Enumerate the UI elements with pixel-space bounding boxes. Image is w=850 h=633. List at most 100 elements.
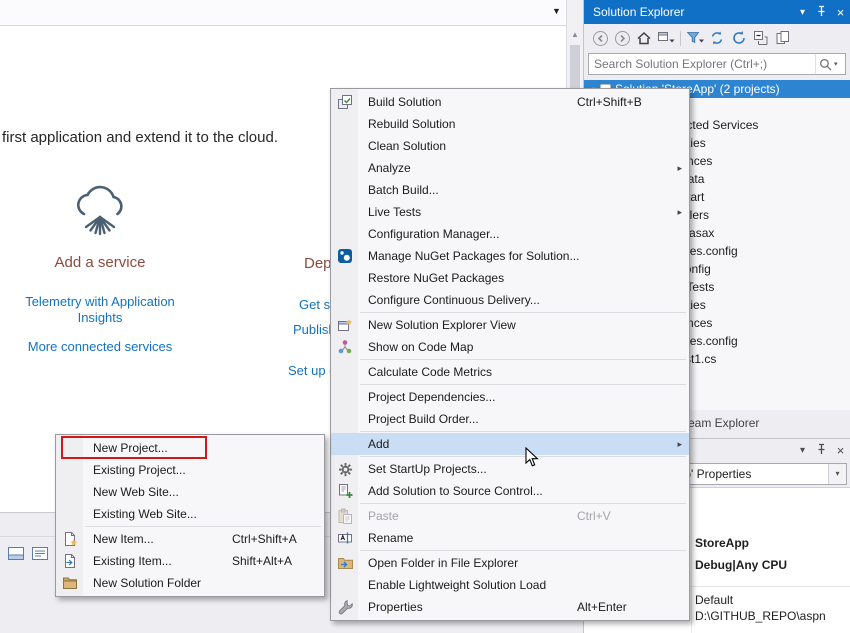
rename-icon [331, 530, 359, 546]
menu-item-shortcut: Shift+Alt+A [232, 554, 324, 568]
forward-icon[interactable] [611, 27, 633, 49]
home-icon[interactable] [633, 27, 655, 49]
solution-context-menu: Build SolutionCtrl+Shift+BRebuild Soluti… [330, 88, 690, 621]
menu-item-manage-nuget-packages-for-solution[interactable]: Manage NuGet Packages for Solution... [331, 245, 689, 267]
menu-item-new-solution-explorer-view[interactable]: New Solution Explorer View [331, 314, 689, 336]
menu-item-paste[interactable]: Paste Ctrl+V [331, 505, 689, 527]
submenu-arrow-icon: ▸ [677, 207, 682, 218]
back-icon[interactable] [589, 27, 611, 49]
start-page-intro: first application and extend it to the c… [2, 129, 278, 146]
menu-item-existing-web-site[interactable]: Existing Web Site... [56, 503, 324, 525]
sync-with-active-document-icon[interactable] [706, 27, 728, 49]
new-view-icon [331, 317, 359, 333]
preview-selected-items-icon[interactable] [772, 27, 794, 49]
menu-item-project-build-order[interactable]: Project Build Order... [331, 408, 689, 430]
menu-item-set-startup-projects[interactable]: Set StartUp Projects... [331, 458, 689, 480]
menu-item-properties[interactable]: Properties Alt+Enter [331, 596, 689, 618]
window-position-icon[interactable]: ▾ [793, 7, 812, 18]
panel-list-icon[interactable] [31, 545, 49, 563]
menu-item-shortcut: Alt+Enter [577, 600, 689, 614]
open-folder-icon [331, 555, 359, 571]
menu-item-shortcut: Ctrl+V [577, 509, 689, 523]
pin-icon[interactable] [812, 443, 831, 458]
menu-item-shortcut: Ctrl+Shift+A [232, 532, 324, 546]
search-options-icon[interactable]: ▾ [834, 60, 845, 68]
menu-item-label: Manage NuGet Packages for Solution... [359, 249, 579, 263]
menu-item-restore-nuget-packages[interactable]: Restore NuGet Packages [331, 267, 689, 289]
code-map-icon [331, 339, 359, 355]
collapse-all-icon[interactable] [750, 27, 772, 49]
menu-item-clean-solution[interactable]: Clean Solution [331, 135, 689, 157]
menu-item-live-tests[interactable]: Live Tests ▸ [331, 201, 689, 223]
pin-icon[interactable] [812, 5, 831, 20]
menu-item-existing-item[interactable]: Existing Item...Shift+Alt+A [56, 550, 324, 572]
menu-item-label: Existing Project... [84, 463, 186, 477]
menu-item-label: Paste [359, 509, 399, 523]
menu-item-rename[interactable]: Rename [331, 527, 689, 549]
menu-item-label: Analyze [359, 161, 411, 175]
menu-item-project-dependencies[interactable]: Project Dependencies... [331, 386, 689, 408]
menu-item-calculate-code-metrics[interactable]: Calculate Code Metrics [331, 361, 689, 383]
cloud-service-icon [64, 178, 136, 240]
menu-item-label: Clean Solution [359, 139, 446, 153]
menu-item-label: Enable Lightweight Solution Load [359, 578, 546, 592]
menu-item-label: Set StartUp Projects... [359, 462, 487, 476]
window-position-icon[interactable]: ▾ [793, 445, 812, 456]
menu-item-label: Build Solution [359, 95, 441, 109]
menu-item-rebuild-solution[interactable]: Rebuild Solution [331, 113, 689, 135]
gear-icon [331, 462, 359, 477]
menu-item-build-solution[interactable]: Build SolutionCtrl+Shift+B [331, 91, 689, 113]
menu-item-add[interactable]: Add▸ [331, 433, 689, 455]
chevron-down-icon[interactable]: ▾ [828, 464, 846, 484]
menu-item-label: Configuration Manager... [359, 227, 499, 241]
close-icon[interactable]: × [831, 443, 850, 458]
menu-item-label: Calculate Code Metrics [359, 365, 492, 379]
menu-item-existing-project[interactable]: Existing Project... [56, 459, 324, 481]
menu-item-new-web-site[interactable]: New Web Site... [56, 481, 324, 503]
menu-item-open-folder-in-file-explorer[interactable]: Open Folder in File Explorer [331, 552, 689, 574]
menu-item-label: Properties [359, 600, 423, 614]
menu-item-label: New Item... [84, 532, 154, 546]
menu-item-label: Restore NuGet Packages [359, 271, 504, 285]
menu-item-configure-continuous-delivery[interactable]: Configure Continuous Delivery... [331, 289, 689, 311]
refresh-icon[interactable] [728, 27, 750, 49]
visual-studio-window: ▼ first application and extend it to the… [0, 0, 850, 633]
grid-column-splitter[interactable] [691, 488, 692, 633]
dropdown-arrow-icon[interactable]: ▼ [552, 6, 561, 16]
toolbar-separator [680, 31, 681, 46]
services-heading: Add a service [20, 254, 180, 271]
menu-item-new-item[interactable]: New Item... Ctrl+Shift+A [56, 528, 324, 550]
menu-item-label: New Solution Folder [84, 576, 201, 590]
search-input[interactable] [589, 57, 815, 71]
telemetry-application-insights-link[interactable]: Telemetry with Application Insights [25, 294, 175, 326]
menu-separator [360, 312, 686, 313]
menu-item-batch-build[interactable]: Batch Build... [331, 179, 689, 201]
menu-item-new-project[interactable]: New Project... [56, 437, 324, 459]
menu-item-label: Add Solution to Source Control... [359, 484, 543, 498]
wrench-icon [331, 599, 359, 615]
search-icon[interactable] [815, 54, 834, 74]
filter-pending-changes-icon[interactable] [684, 27, 706, 49]
menu-item-new-solution-folder[interactable]: New Solution Folder [56, 572, 324, 594]
menu-item-label: Add [359, 437, 389, 451]
menu-item-configuration-manager[interactable]: Configuration Manager... [331, 223, 689, 245]
solution-explorer-titlebar[interactable]: Solution Explorer ▾ × [584, 0, 850, 24]
document-top-strip: ▼ [0, 0, 566, 26]
close-icon[interactable]: × [831, 5, 850, 20]
menu-item-enable-lightweight-solution-load[interactable]: Enable Lightweight Solution Load [331, 574, 689, 596]
property-value: StoreApp [695, 532, 848, 554]
more-connected-services-link[interactable]: More connected services [25, 339, 175, 354]
panel-window-icon[interactable] [7, 545, 25, 563]
menu-item-analyze[interactable]: Analyze▸ [331, 157, 689, 179]
menu-item-add-solution-to-source-control[interactable]: Add Solution to Source Control... [331, 480, 689, 502]
menu-item-label: Live Tests [359, 205, 421, 219]
scroll-up-icon[interactable]: ▲ [567, 30, 583, 39]
property-value: Default [695, 592, 848, 608]
menu-item-show-on-code-map[interactable]: Show on Code Map [331, 336, 689, 358]
menu-item-label: New Project... [84, 441, 168, 455]
solution-folder-icon [56, 575, 84, 591]
menu-separator [360, 503, 686, 504]
switch-views-icon[interactable] [655, 27, 677, 49]
add-submenu: New Project... Existing Project... New Web… [55, 434, 325, 597]
menu-item-label: Project Build Order... [359, 412, 479, 426]
